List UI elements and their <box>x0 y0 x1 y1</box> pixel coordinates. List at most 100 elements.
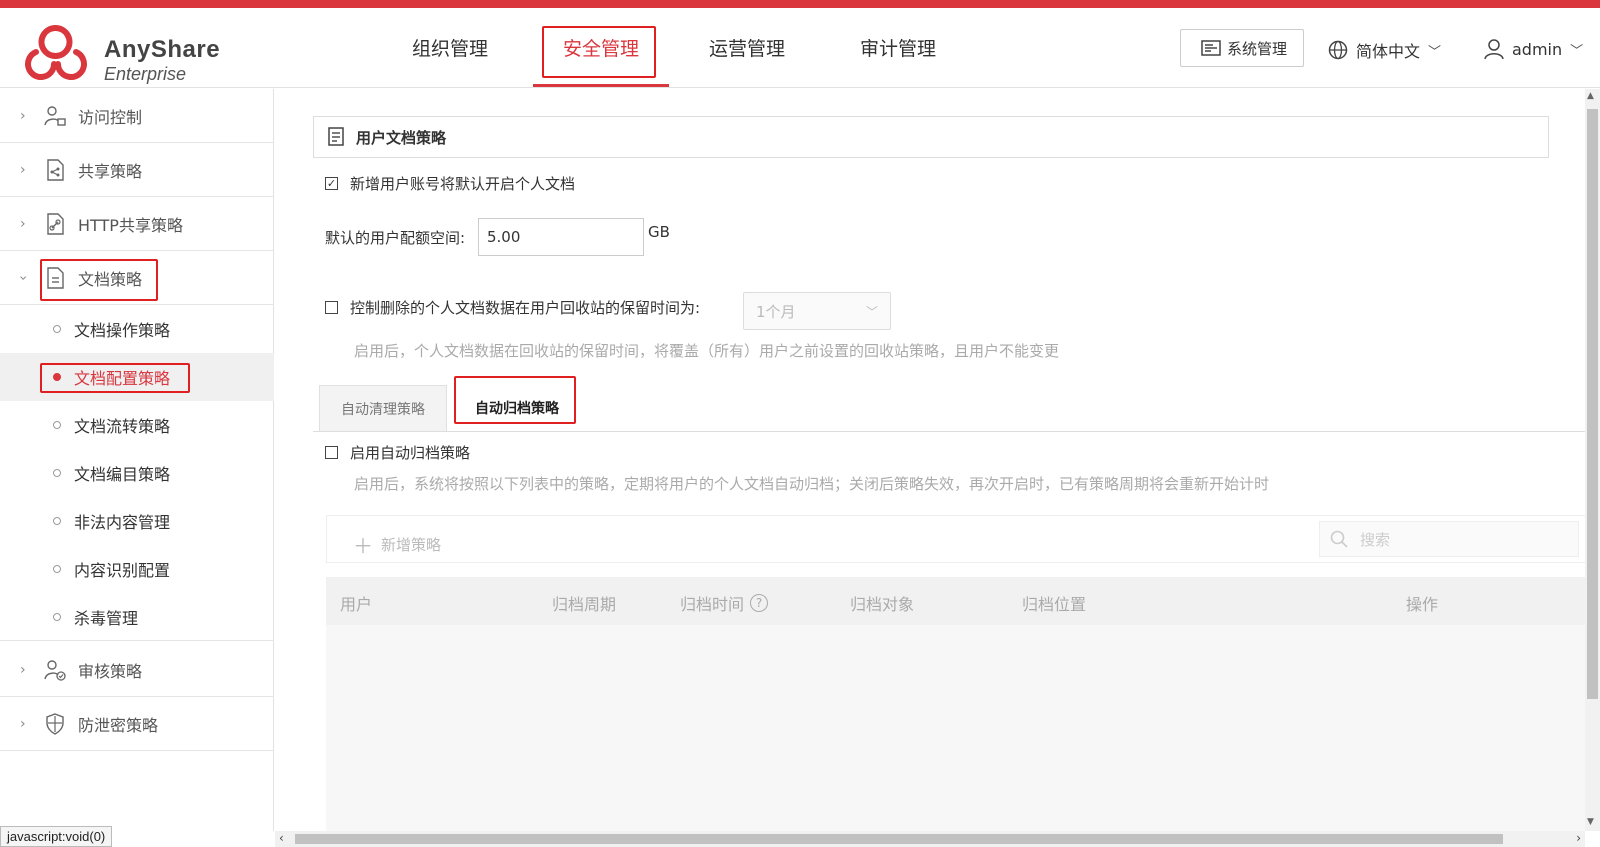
nav-audit-management[interactable]: 审计管理 <box>853 8 943 88</box>
horizontal-scrollbar[interactable]: ‹ › <box>275 831 1585 847</box>
retention-hint: 启用后，个人文档数据在回收站的保留时间，将覆盖（所有）用户之前设置的回收站策略，… <box>354 342 1060 360</box>
user-name: admin <box>1512 39 1563 59</box>
highlight-box-nav <box>542 26 656 78</box>
system-management-button[interactable]: 系统管理 <box>1180 29 1304 67</box>
scroll-right-arrow-icon[interactable]: › <box>1576 831 1581 845</box>
section-title: 用户文档策略 <box>356 128 447 147</box>
user-check-icon <box>42 657 68 683</box>
column-header-label: 归档时间 <box>680 595 745 614</box>
doc-list-icon <box>328 127 344 146</box>
retention-label: 控制删除的个人文档数据在用户回收站的保留时间为: <box>350 299 701 317</box>
column-header-archive-period: 归档周期 <box>552 595 617 614</box>
column-header-archive-object: 归档对象 <box>850 595 915 614</box>
vertical-scroll-thumb[interactable] <box>1587 109 1598 699</box>
retention-checkbox[interactable] <box>325 301 338 314</box>
tabs-divider <box>313 431 1585 432</box>
bullet-icon <box>53 469 61 477</box>
chevron-down-icon: ﹀ <box>1570 43 1584 59</box>
search-input[interactable]: 搜索 <box>1319 521 1579 557</box>
nav-operations-management[interactable]: 运营管理 <box>702 8 792 88</box>
sidebar-item-label: 访问控制 <box>78 107 143 127</box>
sidebar-subitem-label: 文档流转策略 <box>74 417 171 436</box>
highlight-box-doc-config <box>40 363 190 393</box>
sidebar-item-access-control[interactable]: › 访问控制 <box>0 89 274 143</box>
retention-select[interactable]: 1个月 ﹀ <box>743 292 891 330</box>
archive-enable-label: 启用自动归档策略 <box>350 444 471 462</box>
brand-name: AnyShare <box>104 36 221 63</box>
main-content: 用户文档策略 ✓ 新增用户账号将默认开启个人文档 默认的用户配额空间: 5.00… <box>275 89 1585 831</box>
sidebar-subitem-doc-flow[interactable]: 文档流转策略 <box>0 401 274 449</box>
language-label: 简体中文 <box>1356 42 1421 61</box>
sidebar-subitem-label: 内容识别配置 <box>74 561 171 580</box>
add-policy-button[interactable]: ＋ 新增策略 <box>353 530 441 559</box>
system-management-label: 系统管理 <box>1227 39 1288 58</box>
retention-row: 控制删除的个人文档数据在用户回收站的保留时间为: <box>325 297 700 318</box>
plus-icon: ＋ <box>353 534 373 558</box>
help-icon[interactable]: ? <box>750 594 769 612</box>
shield-icon <box>42 711 68 737</box>
scroll-down-arrow-icon[interactable]: ▼ <box>1587 817 1594 827</box>
user-menu[interactable]: admin ﹀ <box>1484 38 1583 60</box>
archive-policy-table: 用户 归档周期 归档时间 ? 归档对象 归档位置 操作 <box>326 577 1585 831</box>
highlight-box-archive-tab <box>454 376 576 424</box>
sidebar-item-dlp-policy[interactable]: › 防泄密策略 <box>0 697 274 751</box>
chevron-right-icon: › <box>20 161 26 178</box>
sidebar-subitem-doc-operation[interactable]: 文档操作策略 <box>0 305 274 353</box>
globe-icon <box>1328 40 1348 60</box>
search-icon <box>1330 530 1348 548</box>
sidebar-subitem-illegal-content[interactable]: 非法内容管理 <box>0 497 274 545</box>
bullet-icon <box>53 325 61 333</box>
quota-unit: GB <box>648 223 670 241</box>
sidebar-subitem-content-recognition[interactable]: 内容识别配置 <box>0 545 274 593</box>
sidebar-item-http-share-policy[interactable]: › HTTP共享策略 <box>0 197 274 251</box>
status-bar-url: javascript:void(0) <box>0 826 113 847</box>
sidebar-item-label: 共享策略 <box>78 161 143 181</box>
vertical-scrollbar[interactable]: ▲ ▼ <box>1585 89 1600 831</box>
sidebar-item-label: HTTP共享策略 <box>78 215 183 235</box>
table-header: 用户 归档周期 归档时间 ? 归档对象 归档位置 操作 <box>326 577 1585 625</box>
highlight-box-document-policy <box>40 259 158 301</box>
sidebar-item-label: 防泄密策略 <box>78 715 159 735</box>
auto-enable-checkbox[interactable]: ✓ <box>325 177 338 190</box>
sidebar-subitem-label: 杀毒管理 <box>74 608 139 628</box>
column-header-archive-time: 归档时间 ? <box>680 591 769 615</box>
horizontal-scroll-thumb[interactable] <box>295 834 1503 844</box>
archive-enable-checkbox[interactable] <box>325 446 338 459</box>
quota-input[interactable]: 5.00 <box>478 218 644 256</box>
column-header-user: 用户 <box>340 595 373 614</box>
language-selector[interactable]: 简体中文 ﹀ <box>1328 38 1441 62</box>
logo-mark-icon <box>25 25 87 80</box>
sidebar-subitem-doc-catalog[interactable]: 文档编目策略 <box>0 449 274 497</box>
sidebar: › 访问控制 › 共享策略 › HTTP共享策略 › 文档策略 文档操作策略 文… <box>0 89 274 831</box>
bullet-icon <box>53 612 61 621</box>
column-header-actions: 操作 <box>1406 595 1439 614</box>
quota-label: 默认的用户配额空间: <box>325 229 466 247</box>
sidebar-item-label: 审核策略 <box>78 661 143 681</box>
anyshare-logo[interactable]: AnyShare Enterprise <box>12 18 222 84</box>
sidebar-item-review-policy[interactable]: › 审核策略 <box>0 643 274 697</box>
tab-auto-cleanup[interactable]: 自动清理策略 <box>319 385 447 431</box>
nav-org-management[interactable]: 组织管理 <box>405 8 495 88</box>
brand-edition: Enterprise <box>104 64 187 84</box>
section-header: 用户文档策略 <box>313 116 1549 158</box>
scroll-left-arrow-icon[interactable]: ‹ <box>279 831 284 845</box>
sidebar-subitem-label: 非法内容管理 <box>74 513 171 532</box>
chevron-right-icon: › <box>20 715 26 732</box>
sidebar-item-share-policy[interactable]: › 共享策略 <box>0 143 274 197</box>
add-policy-label: 新增策略 <box>381 536 442 554</box>
chevron-down-icon: ﹀ <box>865 304 878 319</box>
bullet-icon <box>53 565 61 573</box>
app-header: AnyShare Enterprise 组织管理 安全管理 运营管理 审计管理 … <box>0 8 1600 88</box>
sidebar-subitem-antivirus[interactable]: 杀毒管理 <box>0 593 274 641</box>
chevron-right-icon: › <box>20 661 26 678</box>
column-header-archive-location: 归档位置 <box>1022 595 1087 614</box>
user-lock-icon <box>42 103 68 129</box>
top-accent-bar <box>0 0 1600 8</box>
link-doc-icon <box>42 211 68 237</box>
chevron-down-icon: ﹀ <box>1428 44 1442 60</box>
sidebar-subitem-label: 文档操作策略 <box>74 321 171 340</box>
share-doc-icon <box>42 157 68 183</box>
scroll-up-arrow-icon[interactable]: ▲ <box>1587 91 1594 101</box>
chevron-right-icon: › <box>20 107 26 124</box>
archive-hint: 启用后，系统将按照以下列表中的策略，定期将用户的个人文档自动归档；关闭后策略失效… <box>354 475 1270 493</box>
